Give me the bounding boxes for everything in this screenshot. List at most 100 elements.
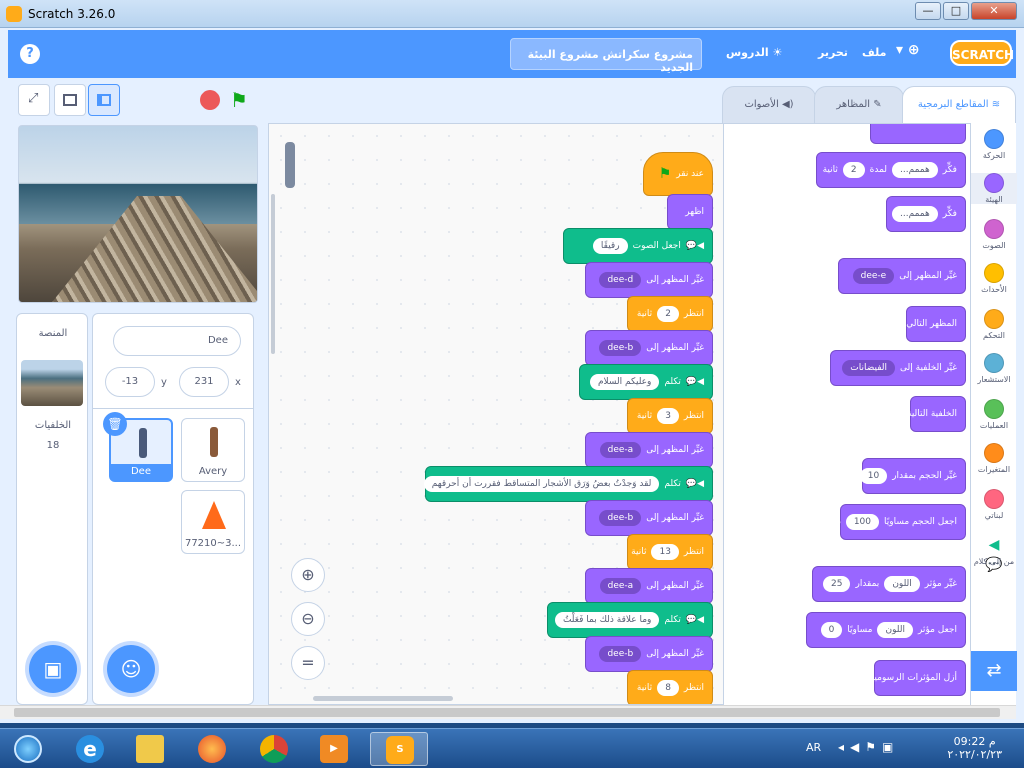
wait-input[interactable]: 13 bbox=[651, 544, 679, 560]
wait-input[interactable]: 3 bbox=[657, 408, 679, 424]
vertical-scrollbar[interactable] bbox=[271, 194, 275, 354]
category-operators[interactable]: العمليات bbox=[971, 399, 1017, 430]
costume-dropdown[interactable]: dee-b bbox=[599, 510, 642, 526]
choose-backdrop-button[interactable]: ▣ bbox=[29, 645, 77, 693]
speak-input[interactable]: وما علاقة ذلك بما فَعَلْتُ bbox=[554, 612, 660, 628]
clear-effects-block[interactable]: أزل المؤثرات الرسومية bbox=[870, 660, 966, 696]
think-input[interactable]: هممم... bbox=[892, 162, 938, 178]
wait-input[interactable]: 8 bbox=[657, 680, 679, 696]
taskbar-media[interactable]: ▶ bbox=[308, 732, 360, 766]
size-input[interactable]: 100 bbox=[845, 514, 880, 530]
window-horizontal-scrollbar[interactable] bbox=[0, 705, 1016, 719]
set-size-block[interactable]: اجعل الحجم مساويًا 100% bbox=[832, 504, 966, 540]
tray-icons[interactable]: ◂◀⚑▣ bbox=[838, 740, 899, 754]
next-backdrop-block[interactable]: الخلفية التالية bbox=[907, 396, 966, 432]
tab-sounds[interactable]: الأصوات ◀) bbox=[722, 86, 816, 124]
speak-input[interactable]: وعليكم السلام bbox=[589, 374, 660, 390]
category-my-blocks[interactable]: لبناتي bbox=[971, 489, 1017, 520]
stop-icon[interactable] bbox=[200, 90, 220, 110]
help-button[interactable]: ? bbox=[20, 44, 40, 64]
speak-block[interactable]: ◀💬 تكلم لقد وَجدْتُ بعضُ وَرَق الأشجار الم… bbox=[423, 466, 713, 502]
size-change-input[interactable]: 10 bbox=[859, 468, 888, 484]
fullscreen-icon[interactable]: ⤢ bbox=[18, 84, 50, 116]
tutorials-menu[interactable]: الدروس ☀ bbox=[726, 46, 782, 59]
zoom-out-icon[interactable]: ⊖ bbox=[291, 602, 325, 636]
wait-block[interactable]: انتظر 2 ثانية bbox=[627, 296, 713, 332]
y-input[interactable]: -13 bbox=[105, 367, 155, 397]
category-variables[interactable]: المتغيرات bbox=[971, 443, 1017, 474]
add-extension-icon[interactable]: ⇄ bbox=[971, 651, 1017, 691]
costume-dropdown[interactable]: dee-b bbox=[599, 646, 642, 662]
speak-block[interactable]: ◀💬 تكلم وعليكم السلام bbox=[579, 364, 713, 400]
taskbar-scratch[interactable]: S bbox=[370, 732, 428, 766]
taskbar-chrome[interactable] bbox=[248, 732, 300, 766]
backdrop-dropdown[interactable]: الفيضانات bbox=[842, 360, 896, 376]
switch-costume-block[interactable]: غيِّر المظهر إلى dee-d bbox=[585, 262, 713, 298]
when-flag-clicked-block[interactable]: عند نقر ⚑ bbox=[643, 152, 713, 196]
think-input[interactable]: هممم... bbox=[892, 206, 938, 222]
start-button[interactable] bbox=[2, 732, 54, 766]
category-sound[interactable]: الصوت bbox=[971, 219, 1017, 250]
close-button[interactable]: ✕ bbox=[971, 2, 1017, 20]
effect-dropdown[interactable]: اللون bbox=[884, 576, 920, 592]
change-size-block[interactable]: غيِّر الحجم بمقدار 10 bbox=[859, 458, 966, 494]
think-block[interactable]: فكِّر هممم... bbox=[886, 196, 966, 232]
choose-sprite-button[interactable]: ☺ bbox=[107, 645, 155, 693]
category-looks[interactable]: الهيئة bbox=[971, 173, 1017, 204]
sprite-tile-avery[interactable]: Avery bbox=[181, 418, 245, 482]
green-flag-icon[interactable]: ⚑ bbox=[230, 88, 248, 112]
switch-costume-palette-block[interactable]: غيِّر المظهر إلى dee-e bbox=[838, 258, 966, 294]
scroll-thumb[interactable] bbox=[14, 708, 1000, 717]
wait-input[interactable]: 2 bbox=[657, 306, 679, 322]
project-title-input[interactable]: مشروع سكراتش مشروع البيئة الجديد bbox=[510, 38, 702, 74]
language-indicator[interactable]: AR bbox=[806, 741, 821, 754]
wait-block[interactable]: انتظر 13 ثانية bbox=[627, 534, 713, 570]
switch-costume-block[interactable]: غيِّر المظهر إلى dee-b bbox=[585, 636, 713, 672]
x-input[interactable]: 231 bbox=[179, 367, 229, 397]
speak-input[interactable]: لقد وَجدْتُ بعضُ وَرَق الأشجار المتساقط … bbox=[423, 476, 660, 492]
voice-dropdown[interactable]: رقيقًا bbox=[592, 238, 628, 254]
maximize-button[interactable]: □ bbox=[943, 2, 969, 20]
zoom-reset-icon[interactable]: = bbox=[291, 646, 325, 680]
sprite-name-input[interactable]: Dee bbox=[113, 326, 241, 356]
wait-block[interactable]: انتظر 8 ثانية bbox=[627, 670, 713, 704]
zoom-in-icon[interactable]: ⊕ bbox=[291, 558, 325, 592]
palette-block-partial[interactable] bbox=[870, 124, 966, 144]
costume-dropdown[interactable]: dee-a bbox=[599, 578, 642, 594]
switch-costume-block[interactable]: غيِّر المظهر إلى dee-a bbox=[585, 568, 713, 604]
switch-backdrop-block[interactable]: غيِّر الخلفية إلى الفيضانات bbox=[830, 350, 966, 386]
edit-menu[interactable]: تحرير bbox=[818, 46, 848, 59]
tab-costumes[interactable]: المظاهر ✎ bbox=[814, 86, 904, 124]
think-for-secs-block[interactable]: فكِّر هممم... لمدة 2 ثانية bbox=[816, 152, 966, 188]
system-clock[interactable]: 09:22 م ٢٠٢٢/٠٢/٢٣ bbox=[947, 735, 1002, 761]
show-block[interactable]: اظهر bbox=[667, 194, 713, 230]
category-control[interactable]: التحكم bbox=[971, 309, 1017, 340]
horizontal-scrollbar[interactable] bbox=[313, 696, 453, 701]
delete-sprite-icon[interactable]: 🗑 bbox=[103, 412, 127, 436]
effect-change-input[interactable]: 25 bbox=[823, 576, 851, 592]
minimize-button[interactable]: — bbox=[915, 2, 941, 20]
language-globe-icon[interactable]: ▾ ⊕ bbox=[896, 42, 920, 58]
costume-dropdown[interactable]: dee-d bbox=[599, 272, 642, 288]
scratch-logo[interactable]: SCRATCH bbox=[950, 40, 1014, 66]
category-text-to-speech[interactable]: ◀💬 من إلى كلام bbox=[971, 535, 1017, 573]
speak-block[interactable]: ◀💬 تكلم وما علاقة ذلك بما فَعَلْتُ bbox=[547, 602, 713, 638]
category-events[interactable]: الأحداث bbox=[971, 263, 1017, 294]
set-effect-block[interactable]: اجعل مؤثر اللون مساويًا 0 bbox=[806, 612, 966, 648]
category-sensing[interactable]: الاستشعار bbox=[971, 353, 1017, 384]
effect-dropdown[interactable]: اللون bbox=[877, 622, 913, 638]
costume-dropdown[interactable]: dee-e bbox=[852, 268, 895, 284]
taskbar-firefox[interactable] bbox=[186, 732, 238, 766]
change-effect-block[interactable]: غيِّر مؤثر اللون بمقدار 25 bbox=[812, 566, 966, 602]
category-motion[interactable]: الحركة bbox=[971, 129, 1017, 160]
taskbar-ie[interactable]: e bbox=[64, 732, 116, 766]
switch-costume-block[interactable]: غيِّر المظهر إلى dee-a bbox=[585, 432, 713, 468]
small-stage-icon[interactable] bbox=[54, 84, 86, 116]
effect-input[interactable]: 0 bbox=[820, 622, 843, 638]
tab-code[interactable]: المقاطع البرمجية ≋ bbox=[902, 86, 1016, 126]
file-menu[interactable]: ملف bbox=[862, 46, 886, 59]
costume-dropdown[interactable]: dee-b bbox=[599, 340, 642, 356]
switch-costume-block[interactable]: غيِّر المظهر إلى dee-b bbox=[585, 500, 713, 536]
wait-block[interactable]: انتظر 3 ثانية bbox=[627, 398, 713, 434]
code-workspace[interactable]: عند نقر ⚑ اظهر ◀💬 اجعل الصوت رقيقًا غيِّر ا… bbox=[268, 123, 724, 705]
